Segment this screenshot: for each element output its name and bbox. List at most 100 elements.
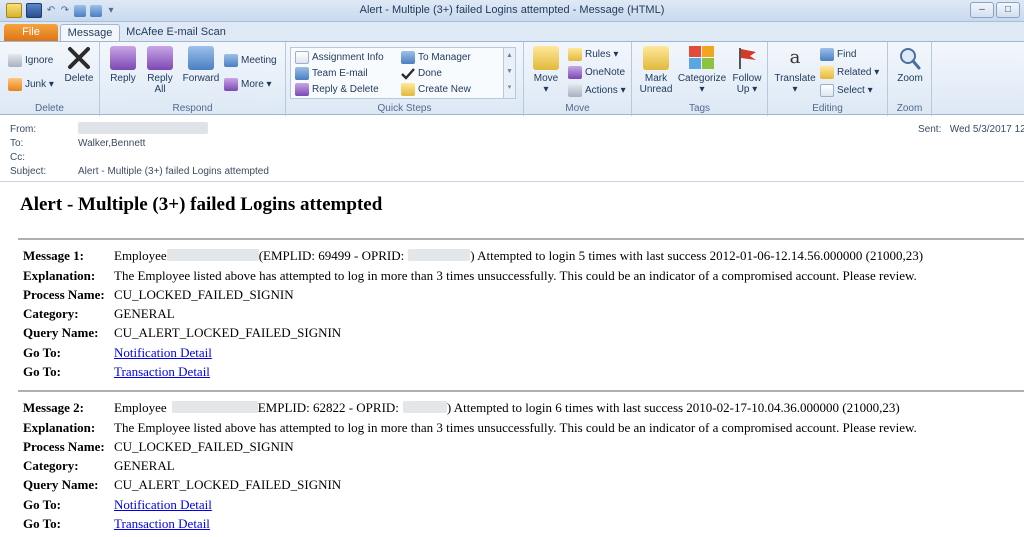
notification-detail-link[interactable]: Notification Detail [114,345,212,361]
maximize-button[interactable]: □ [996,2,1020,18]
junk-button[interactable]: Junk ▾ [8,78,54,91]
mark-unread-button[interactable]: Mark Unread [636,46,676,95]
zoom-label: Zoom [897,73,923,84]
related-label: Related ▾ [837,67,880,78]
onenote-button[interactable]: OneNote [568,66,625,79]
subject-label: Subject: [10,166,47,177]
junk-label: Junk ▾ [25,79,54,90]
move-group: Move ▾ Rules ▾ OneNote Actions ▾ Move [524,42,632,116]
move-button[interactable]: Move ▾ [530,46,562,95]
zoom-group-label: Zoom [896,103,923,114]
forward-button[interactable]: Forward [180,46,222,84]
junk-icon [8,78,22,91]
to-manager-icon [401,51,415,64]
zoom-group: Zoom Zoom [888,42,932,116]
quick-step-team-email[interactable]: Team E-mail [295,67,368,80]
redacted-name [171,401,258,413]
query-label: Query Name: [23,325,99,340]
zoom-button[interactable]: Zoom [892,46,928,84]
sent-label: Sent: [918,124,942,135]
transaction-detail-link[interactable]: Transaction Detail [114,364,210,380]
select-label: Select ▾ [837,85,873,96]
attempt-text: ) Attempted to login 5 times with last s… [470,248,924,263]
explanation-label: Explanation: [23,420,96,435]
tags-group: Mark Unread Categorize ▾ Follow Up ▾ Tag… [632,42,768,116]
process-label: Process Name: [23,439,105,454]
quick-step-assignment-info[interactable]: Assignment Info [295,51,384,64]
tab-mcafee-email-scan[interactable]: McAfee E-mail Scan [126,24,226,41]
query-value: CU_ALERT_LOCKED_FAILED_SIGNIN [114,325,342,340]
quick-step-reply-delete[interactable]: Reply & Delete [295,83,379,96]
reply-button[interactable]: Reply [106,46,140,84]
follow-up-label: Follow Up ▾ [732,73,762,95]
subject-value: Alert - Multiple (3+) failed Logins atte… [78,166,269,177]
categorize-icon [689,46,715,70]
categorize-label: Categorize [677,73,727,84]
translate-button[interactable]: a Translate ▾ [772,46,818,95]
message-label: Message 2: [23,400,85,415]
quick-step-done[interactable]: Done [401,67,442,80]
title-bar: ↶ ↷ ▾ Alert - Multiple (3+) failed Login… [0,0,1024,22]
related-icon [820,66,834,79]
to-label: To: [10,138,24,149]
explanation-label: Explanation: [23,268,96,283]
actions-label: Actions ▾ [585,85,626,96]
category-value: GENERAL [114,458,175,473]
tab-message[interactable]: Message [60,24,120,41]
translate-label: Translate [774,73,816,84]
quick-step-to-manager[interactable]: To Manager [401,51,471,64]
rules-icon [568,48,582,61]
redacted-name [166,249,259,261]
select-button[interactable]: Select ▾ [820,84,873,97]
meeting-button[interactable]: Meeting [224,54,277,67]
onenote-label: OneNote [585,67,626,78]
from-value [78,122,208,134]
translate-icon: a [789,47,801,68]
tab-file[interactable]: File [4,24,58,41]
quick-step-label: Done [418,68,442,79]
cc-label: Cc: [10,152,25,163]
notification-detail-link[interactable]: Notification Detail [114,497,212,513]
transaction-detail-link[interactable]: Transaction Detail [114,516,210,532]
reply-all-label: Reply All [147,73,173,95]
employee-prefix: Employee [114,400,167,415]
assignment-info-icon [295,51,309,64]
ribbon: Ignore Junk ▾ Delete Delete Reply Reply … [0,41,1024,116]
employee-prefix: Employee [114,248,167,263]
reply-delete-icon [295,83,309,96]
sent-value: Wed 5/3/2017 12 [949,124,1024,135]
redacted-oprid [402,401,447,413]
category-label: Category: [23,458,79,473]
categorize-dropdown-arrow: ▾ [699,84,705,95]
mark-unread-label: Mark Unread [639,73,673,95]
message-label: Message 1: [23,248,85,263]
related-button[interactable]: Related ▾ [820,66,879,79]
minimize-button[interactable]: – [970,2,994,18]
forward-icon [188,46,214,70]
onenote-icon [568,66,582,79]
message-header: From: To: Walker,Bennett Cc: Subject: Al… [0,116,1024,182]
goto-label: Go To: [23,345,61,360]
quick-step-create-new[interactable]: Create New [401,83,471,96]
more-button[interactable]: More ▾ [224,78,272,91]
quick-step-label: Create New [418,84,471,95]
move-group-label: Move [565,103,590,114]
delete-button[interactable]: Delete [62,46,96,84]
email-title: Alert - Multiple (3+) failed Logins atte… [20,194,383,215]
quick-steps-scrollbar[interactable]: ▲ ▼ ▾ [503,48,515,98]
find-button[interactable]: Find [820,48,856,61]
redacted-oprid [408,249,471,261]
actions-button[interactable]: Actions ▾ [568,84,626,97]
categorize-button[interactable]: Categorize ▾ [676,46,728,95]
respond-group: Reply Reply All Forward Meeting More ▾ R… [100,42,286,116]
move-dropdown-arrow: ▾ [543,84,549,95]
quick-step-label: Reply & Delete [312,84,379,95]
reply-all-button[interactable]: Reply All [142,46,178,95]
rules-button[interactable]: Rules ▾ [568,48,618,61]
ignore-button[interactable]: Ignore [8,54,53,67]
tags-group-label: Tags [688,103,711,114]
reply-all-icon [147,46,173,70]
query-label: Query Name: [23,477,99,492]
to-value: Walker,Bennett [78,138,146,149]
follow-up-button[interactable]: Follow Up ▾ [728,46,766,95]
